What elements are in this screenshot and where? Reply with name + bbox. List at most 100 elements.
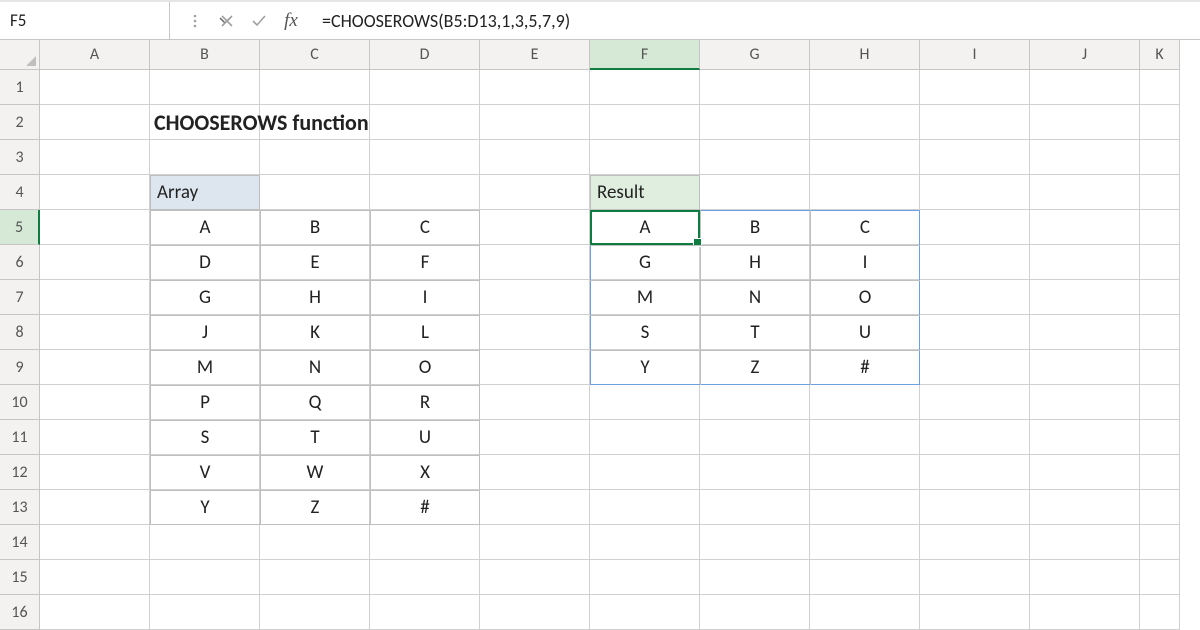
grid-cell[interactable] [40, 560, 150, 595]
array-cell[interactable]: V [150, 455, 260, 490]
column-header[interactable]: A [40, 40, 150, 70]
grid-cell[interactable] [40, 490, 150, 525]
result-cell[interactable]: U [810, 315, 920, 350]
grid-cell[interactable] [40, 140, 150, 175]
column-header[interactable]: C [260, 40, 370, 70]
grid-cell[interactable] [1030, 595, 1140, 630]
grid-cell[interactable] [590, 140, 700, 175]
grid-cell[interactable] [590, 560, 700, 595]
array-cell[interactable]: R [370, 385, 480, 420]
grid-cell[interactable] [40, 350, 150, 385]
grid-cell[interactable] [920, 490, 1030, 525]
grid-cell[interactable] [480, 595, 590, 630]
grid-cell[interactable] [1140, 455, 1180, 490]
grid-cell[interactable] [920, 455, 1030, 490]
array-cell[interactable]: U [370, 420, 480, 455]
grid-cell[interactable] [700, 560, 810, 595]
array-cell[interactable]: S [150, 420, 260, 455]
grid-cell[interactable] [590, 385, 700, 420]
result-cell[interactable]: G [590, 245, 700, 280]
grid-cell[interactable] [590, 105, 700, 140]
column-header[interactable]: G [700, 40, 810, 70]
grid-cell[interactable] [700, 105, 810, 140]
grid-cell[interactable] [480, 175, 590, 210]
array-cell[interactable]: Y [150, 490, 260, 525]
grid-cell[interactable] [810, 385, 920, 420]
grid-cell[interactable] [1140, 560, 1180, 595]
result-cell[interactable]: I [810, 245, 920, 280]
grid-cell[interactable] [1140, 525, 1180, 560]
result-cell[interactable]: O [810, 280, 920, 315]
grid-cell[interactable] [810, 105, 920, 140]
array-cell[interactable]: F [370, 245, 480, 280]
grid-cell[interactable] [700, 70, 810, 105]
grid-cell[interactable] [700, 420, 810, 455]
grid-cell[interactable] [1030, 455, 1140, 490]
grid-cell[interactable] [1140, 280, 1180, 315]
array-cell[interactable]: C [370, 210, 480, 245]
cancel-edit-button[interactable] [212, 6, 242, 36]
grid-cell[interactable] [810, 560, 920, 595]
grid-cell[interactable] [40, 245, 150, 280]
grid-cell[interactable] [150, 70, 260, 105]
grid-cell[interactable] [810, 420, 920, 455]
grid-cell[interactable] [40, 280, 150, 315]
grid-cell[interactable] [1140, 210, 1180, 245]
column-header[interactable]: E [480, 40, 590, 70]
grid-cell[interactable] [40, 595, 150, 630]
array-cell[interactable]: J [150, 315, 260, 350]
grid-cell[interactable] [1030, 210, 1140, 245]
column-header[interactable]: F [590, 40, 700, 70]
grid-cell[interactable] [700, 490, 810, 525]
result-cell[interactable]: N [700, 280, 810, 315]
grid-cell[interactable] [1140, 420, 1180, 455]
result-cell[interactable]: A [590, 210, 700, 245]
array-cell[interactable]: Z [260, 490, 370, 525]
array-cell[interactable]: Q [260, 385, 370, 420]
row-header[interactable]: 12 [0, 455, 40, 490]
grid-cell[interactable] [1030, 350, 1140, 385]
grid-cell[interactable] [150, 595, 260, 630]
array-cell[interactable]: D [150, 245, 260, 280]
grid-cell[interactable] [810, 70, 920, 105]
array-cell[interactable]: X [370, 455, 480, 490]
grid-cell[interactable] [920, 385, 1030, 420]
grid-cell[interactable] [260, 140, 370, 175]
grid-cell[interactable] [920, 280, 1030, 315]
grid-cell[interactable] [1030, 560, 1140, 595]
grid-cell[interactable] [1140, 105, 1180, 140]
grid-cell[interactable] [370, 560, 480, 595]
result-cell[interactable]: # [810, 350, 920, 385]
grid-cell[interactable] [480, 105, 590, 140]
grid-cell[interactable] [920, 420, 1030, 455]
grid-cell[interactable] [40, 210, 150, 245]
grid-cell[interactable] [150, 560, 260, 595]
grid-cell[interactable] [1140, 350, 1180, 385]
grid-cell[interactable] [1140, 245, 1180, 280]
spreadsheet-grid[interactable]: ABCDEFGHIJK12345678910111213141516 CHOOS… [0, 40, 1200, 630]
grid-cell[interactable] [810, 140, 920, 175]
array-cell[interactable]: G [150, 280, 260, 315]
grid-cell[interactable] [810, 455, 920, 490]
grid-cell[interactable] [480, 140, 590, 175]
array-cell[interactable]: B [260, 210, 370, 245]
grid-cell[interactable] [1140, 175, 1180, 210]
grid-cell[interactable] [480, 210, 590, 245]
result-cell[interactable]: Z [700, 350, 810, 385]
grid-cell[interactable] [370, 105, 480, 140]
grid-cell[interactable] [1030, 525, 1140, 560]
column-header[interactable]: K [1140, 40, 1180, 70]
row-header[interactable]: 5 [0, 210, 40, 245]
row-header[interactable]: 8 [0, 315, 40, 350]
grid-cell[interactable] [920, 245, 1030, 280]
result-cell[interactable]: H [700, 245, 810, 280]
grid-cell[interactable] [810, 175, 920, 210]
grid-cell[interactable] [810, 525, 920, 560]
grid-cell[interactable] [590, 525, 700, 560]
array-cell[interactable]: M [150, 350, 260, 385]
array-cell[interactable]: E [260, 245, 370, 280]
grid-cell[interactable] [1030, 280, 1140, 315]
grid-cell[interactable] [1140, 385, 1180, 420]
grid-cell[interactable] [1030, 105, 1140, 140]
grid-cell[interactable] [1030, 140, 1140, 175]
